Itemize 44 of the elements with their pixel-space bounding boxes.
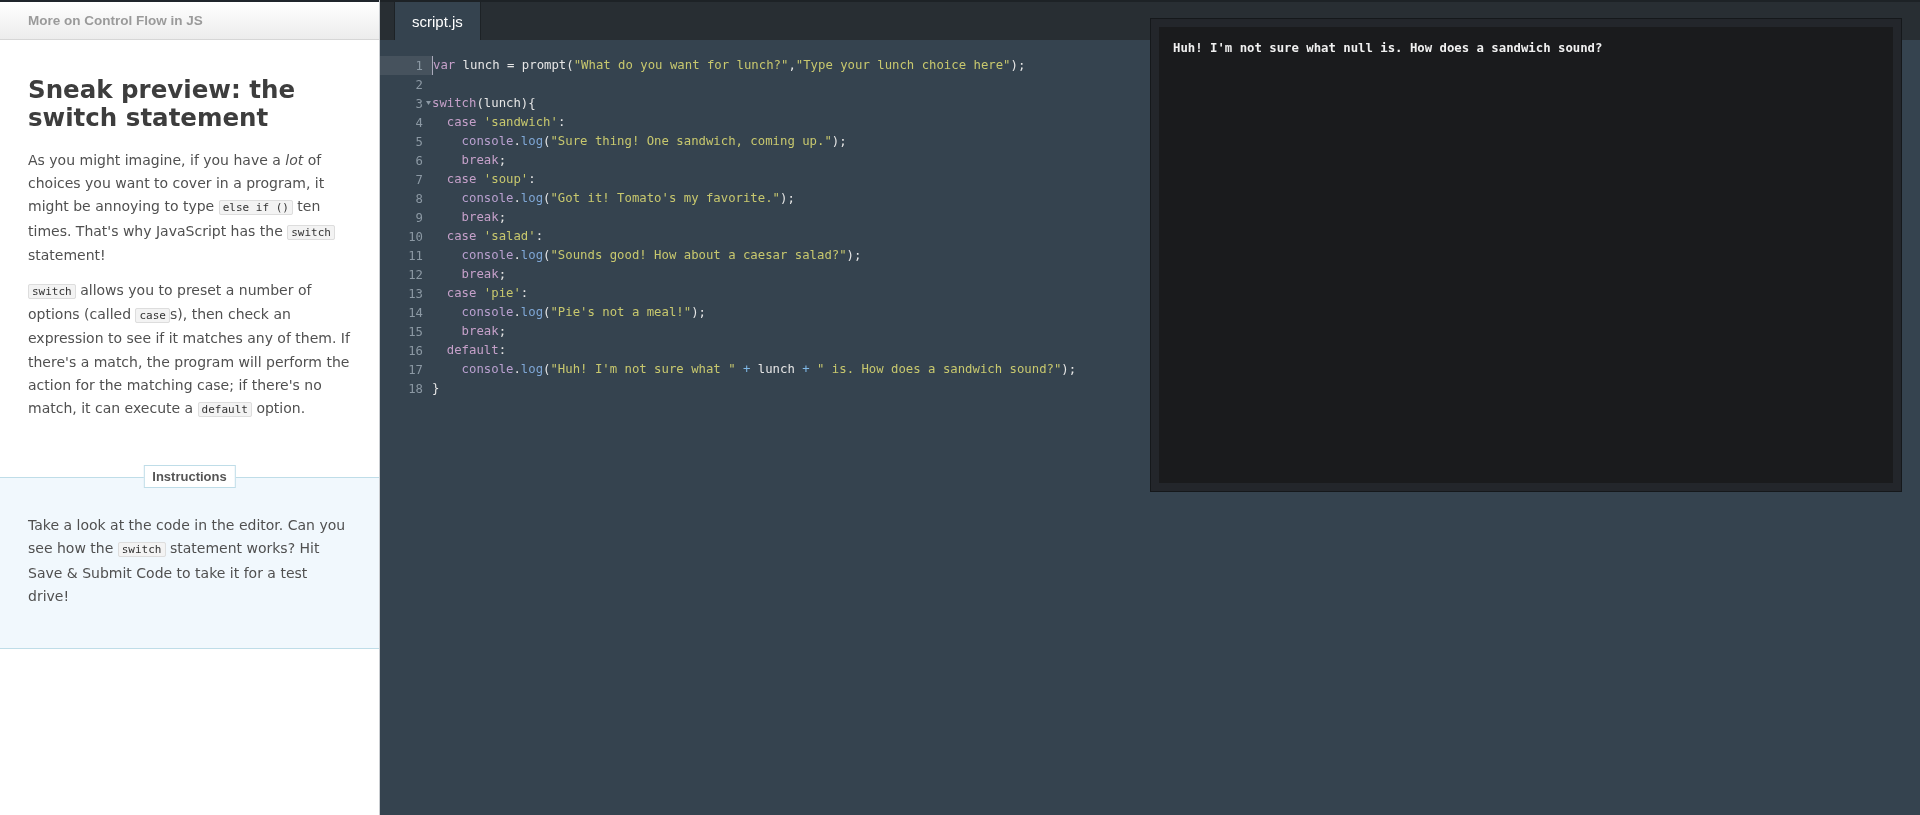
- line-number: 1: [415, 58, 423, 73]
- line-number: 8: [415, 191, 423, 206]
- line-number: 4: [415, 115, 423, 130]
- line-number: 15: [408, 324, 423, 339]
- code-line: }: [432, 380, 440, 397]
- code-line: console.log("Pie's not a meal!");: [460, 304, 706, 321]
- code-line: default:: [445, 342, 507, 359]
- line-number: 16: [408, 343, 423, 358]
- code-line: break;: [460, 323, 507, 340]
- line-number: 11: [408, 248, 423, 263]
- code-line: break;: [460, 266, 507, 283]
- instructions-text: Take a look at the code in the editor. Can you see how the switch statement works? Hit Save & Submit Code to take it for a test drive!: [28, 516, 347, 606]
- course-title: More on Control Flow in JS: [28, 13, 203, 28]
- lesson-paragraph: switch allows you to preset a number of options (called case s), then check an expression to see if it matches any of them. If there's a match, the program will perform the action for the matching case; if there's no match, it can execute a default option.: [28, 281, 351, 420]
- line-number: 13: [408, 286, 423, 301]
- line-number: 12: [408, 267, 423, 282]
- line-number: 3: [415, 96, 423, 111]
- file-tab[interactable]: script.js: [394, 2, 481, 40]
- line-number: 7: [415, 172, 423, 187]
- line-number: 6: [415, 153, 423, 168]
- line-number: 2: [415, 77, 423, 92]
- code-line: case 'pie':: [445, 285, 529, 302]
- code-line: var lunch = prompt("What do you want for lunch?","Type your lunch choice here");: [432, 56, 1026, 75]
- code-line: case 'salad':: [445, 228, 544, 245]
- fold-icon[interactable]: [426, 101, 431, 105]
- code-line: break;: [460, 152, 507, 169]
- code-line: switch(lunch){: [432, 95, 536, 112]
- code-line: console.log("Got it! Tomato's my favorite.");: [460, 190, 795, 207]
- code-line: console.log("Sure thing! One sandwich, coming up.");: [460, 133, 847, 150]
- lesson-heading: Sneak preview: the switch statement: [28, 76, 296, 132]
- line-number: 10: [408, 229, 423, 244]
- line-number: 5: [415, 134, 423, 149]
- console-output-line: Huh! I'm not sure what null is. How does a sandwich sound?: [1173, 40, 1604, 57]
- line-number: 9: [415, 210, 423, 225]
- code-line: case 'soup':: [445, 171, 536, 188]
- line-number: 14: [408, 305, 423, 320]
- code-line: console.log("Huh! I'm not sure what " + lunch + " is. How does a sandwich sound?");: [460, 361, 1077, 378]
- line-number: 18: [408, 381, 423, 396]
- code-line: break;: [460, 209, 507, 226]
- code-line: case 'sandwich':: [445, 114, 566, 131]
- instructions-label: Instructions: [143, 465, 236, 489]
- line-number: 17: [408, 362, 423, 377]
- code-line: console.log("Sounds good! How about a caesar salad?");: [460, 247, 862, 264]
- lesson-paragraph: As you might imagine, if you have a lot of choices you want to cover in a program, it might be annoying to type else if () ten times. That's why JavaScript has the switch statement!: [28, 149, 351, 267]
